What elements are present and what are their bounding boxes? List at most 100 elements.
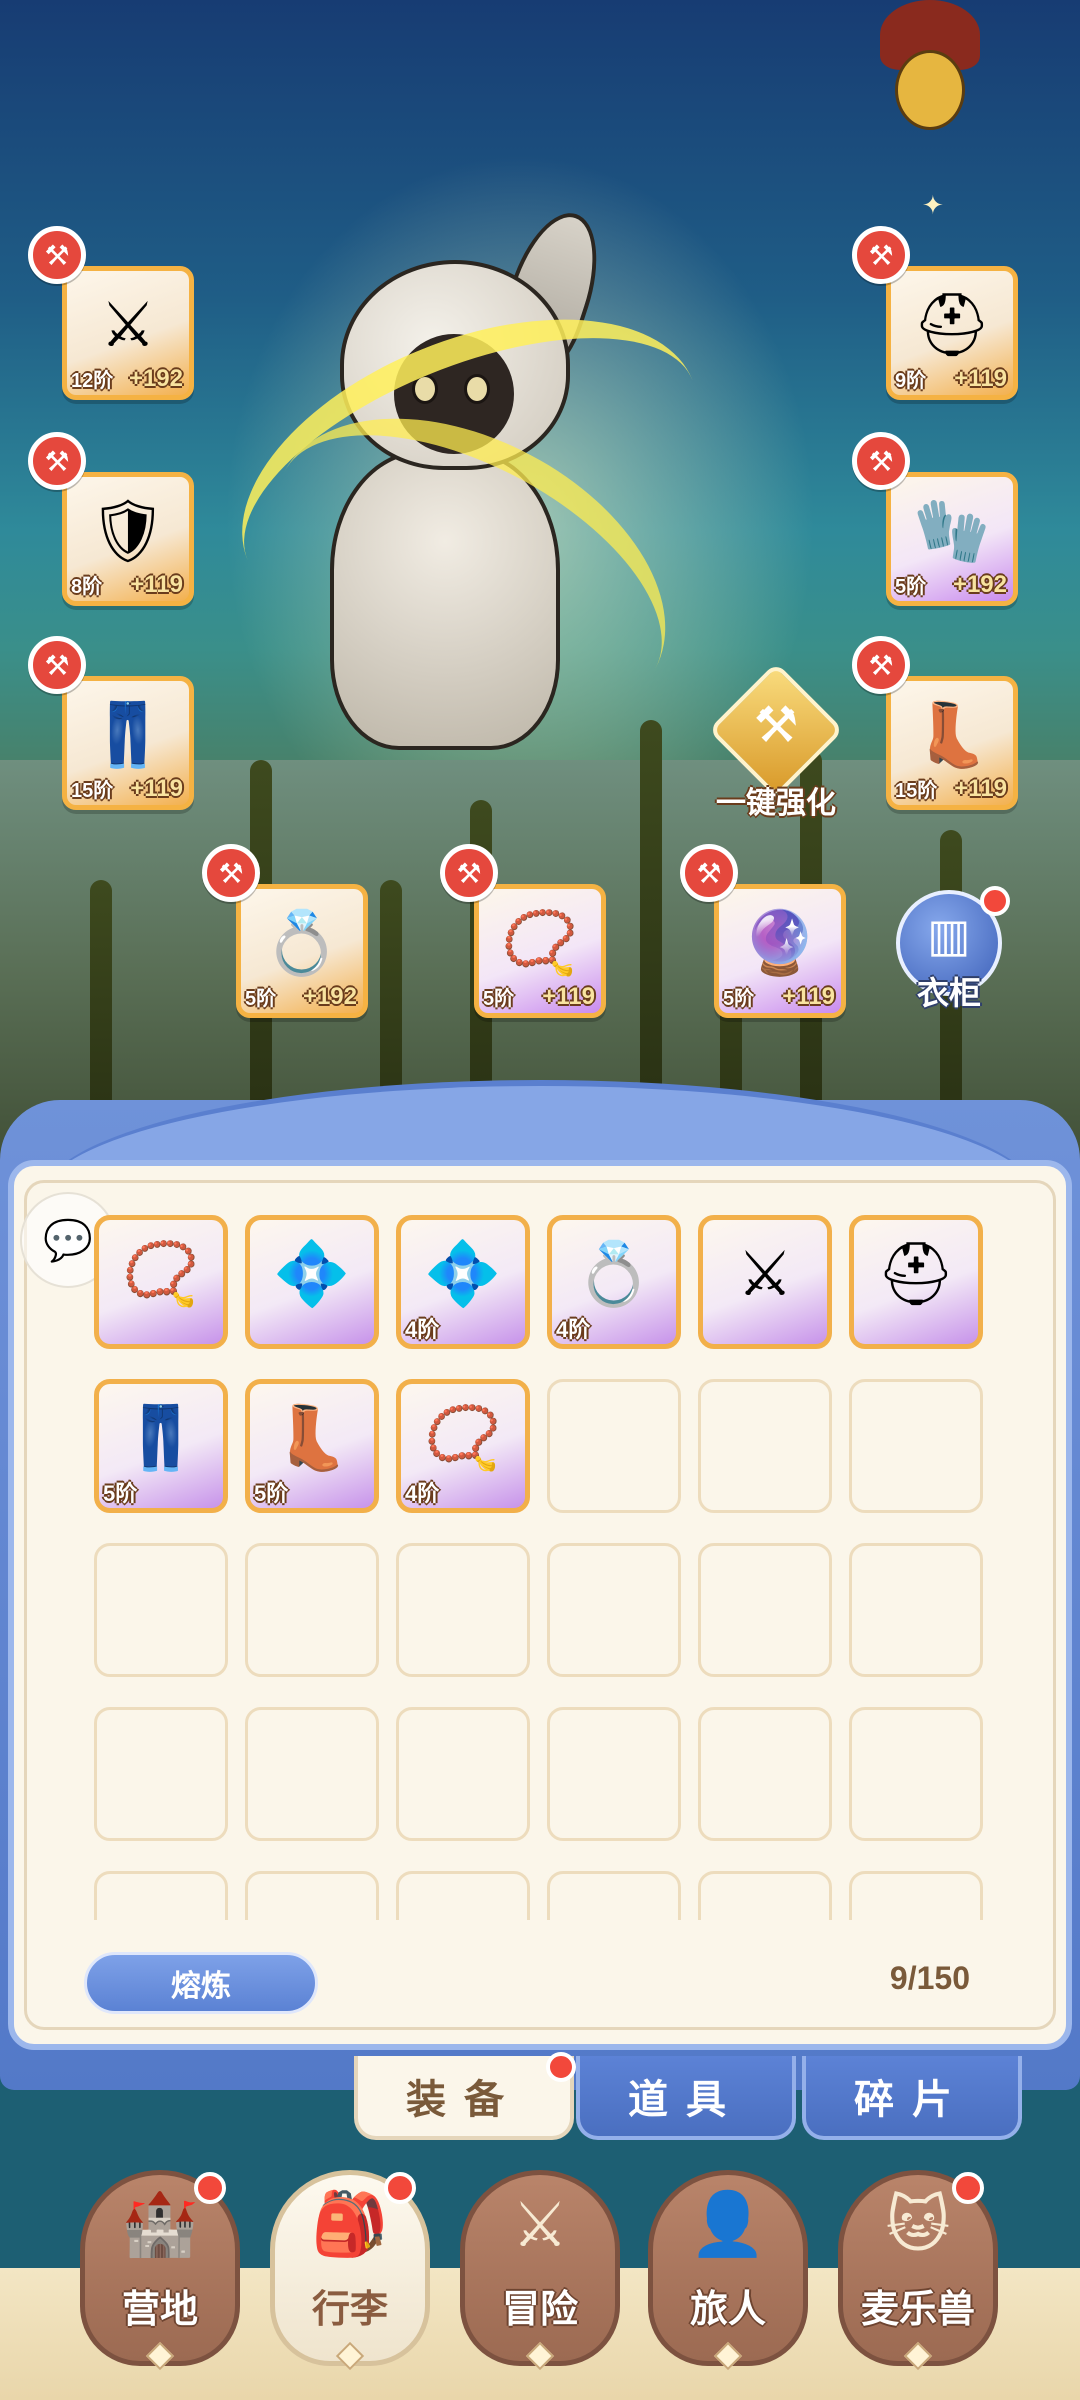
inventory-item[interactable]: 💍 4阶 [547,1215,681,1349]
inventory-item[interactable]: 📿 4阶 [396,1379,530,1513]
inventory-empty-slot [698,1543,832,1677]
item-tier: 5阶 [103,1481,138,1506]
nav-label: 营地 [121,2289,198,2331]
boots-icon: 👢 [913,700,991,770]
inventory-item[interactable]: 👖 5阶 [94,1379,228,1513]
slot-bonus: +119 [130,571,183,598]
enhance-hammer-icon[interactable]: ⚒ [202,844,260,902]
inventory-item[interactable]: ⛑ [849,1215,983,1349]
one-key-enhance-button[interactable]: ⚒ 一键强化 [706,662,846,822]
slot-tier: 15阶 [71,780,114,802]
slot-bonus: +192 [952,571,1007,598]
equip-slot-pants[interactable]: 👖 15阶 +119 [62,676,194,810]
inventory-item[interactable]: 💠 4阶 [396,1215,530,1349]
equip-slot-ring[interactable]: 💍 5阶 +192 [236,884,368,1018]
inventory-empty-slot [94,1543,228,1677]
wardrobe-label: 衣柜 [916,975,981,1011]
tab-equipment[interactable]: 装备 [354,2056,574,2140]
inventory-empty-slot [849,1871,983,1920]
gloves-icon: 🧤 [913,496,991,566]
necklace-icon: 📿 [501,908,579,978]
inventory-empty-slot [245,1543,379,1677]
tab-fragments[interactable]: 碎片 [802,2056,1022,2140]
item-icon: 👖 [122,1403,200,1473]
inventory-empty-slot [698,1871,832,1920]
inventory-empty-slot [698,1379,832,1513]
slot-tier: 5阶 [895,576,927,598]
nav-backpack[interactable]: 🎒 行李 [270,2170,430,2371]
slot-bonus: +119 [782,983,835,1010]
wardrobe-glyph: ▥ [927,909,971,961]
wardrobe-button[interactable]: ▥ 衣柜 [892,886,1010,1011]
slot-tier: 5阶 [483,988,515,1010]
nav-label: 行李 [311,2289,388,2331]
enhance-hammer-icon[interactable]: ⚒ [852,432,910,490]
enhance-hammer-icon[interactable]: ⚒ [852,226,910,284]
traveler-icon: 👤 [689,2190,767,2259]
item-icon: 💍 [575,1239,653,1309]
inventory-empty-slot [849,1379,983,1513]
inventory-empty-slot [94,1871,228,1920]
slot-bonus: +119 [130,775,183,802]
inventory-empty-slot [94,1707,228,1841]
crossed-swords-icon: ⚔ [512,2191,568,2260]
inventory-empty-slot [698,1707,832,1841]
item-tier: 4阶 [405,1481,440,1506]
inventory-empty-slot [547,1871,681,1920]
pants-icon: 👖 [89,700,167,770]
slot-bonus: +192 [302,983,357,1010]
slot-tier: 5阶 [245,988,277,1010]
pet-companion[interactable] [870,0,990,160]
nav-label: 旅人 [689,2289,766,2331]
item-tier: 5阶 [254,1481,289,1506]
nav-traveler[interactable]: 👤 旅人 [648,2170,808,2371]
inventory-capacity: 9/150 [889,1960,970,1996]
sparkle-icon: ✦ [922,190,944,220]
nav-castle[interactable]: 🏰 营地 [80,2170,240,2371]
item-icon: 📿 [424,1403,502,1473]
notification-dot [384,2172,416,2204]
item-tier: 4阶 [556,1317,591,1342]
nav-label: 冒险 [501,2289,578,2331]
weapon-icon: ⚔ [100,290,156,360]
equip-slot-helmet[interactable]: ⛑ 9阶 +119 [886,266,1018,400]
equip-slot-charm[interactable]: 🔮 5阶 +119 [714,884,846,1018]
slot-tier: 15阶 [895,780,938,802]
inventory-item[interactable]: 👢 5阶 [245,1379,379,1513]
helmet-icon: ⛑ [912,290,992,360]
nav-pet[interactable]: 🐱 麦乐兽 [838,2170,998,2371]
enhance-hammer-icon[interactable]: ⚒ [680,844,738,902]
item-tier: 4阶 [405,1317,440,1342]
inventory-grid: 📿 💠 💠 4阶 💍 4阶 ⚔ ⛑ 👖 5阶 👢 5阶 📿 4阶 [94,1215,994,1920]
slot-tier: 12阶 [71,370,114,392]
notification-dot [952,2172,984,2204]
enhance-hammer-icon[interactable]: ⚒ [28,226,86,284]
slot-bonus: +119 [954,365,1007,392]
inventory-item[interactable]: ⚔ [698,1215,832,1349]
slot-tier: 5阶 [723,988,755,1010]
inventory-empty-slot [849,1543,983,1677]
equip-slot-weapon[interactable]: ⚔ 12阶 +192 [62,266,194,400]
item-icon: 👢 [273,1403,351,1473]
equip-slot-boots[interactable]: 👢 15阶 +119 [886,676,1018,810]
equip-slot-gloves[interactable]: 🧤 5阶 +192 [886,472,1018,606]
inventory-item[interactable]: 📿 [94,1215,228,1349]
notification-dot [546,2052,576,2082]
notification-dot [194,2172,226,2204]
enhance-hammer-icon[interactable]: ⚒ [852,636,910,694]
enhance-hammer-icon[interactable]: ⚒ [28,636,86,694]
inventory-empty-slot [547,1707,681,1841]
nav-crossed-swords[interactable]: ⚔ 冒险 [460,2170,620,2371]
slot-bonus: +119 [542,983,595,1010]
slot-bonus: +192 [128,365,183,392]
ring-icon: 💍 [263,908,341,978]
tab-items[interactable]: 道具 [576,2056,796,2140]
equip-slot-armor[interactable]: 🛡 8阶 +119 [62,472,194,606]
inventory-item[interactable]: 💠 [245,1215,379,1349]
hammer-glyph: ⚒ [753,697,799,753]
equip-slot-necklace[interactable]: 📿 5阶 +119 [474,884,606,1018]
charm-icon: 🔮 [741,908,819,978]
smelt-button[interactable]: 熔炼 [84,1952,318,2014]
enhance-hammer-icon[interactable]: ⚒ [440,844,498,902]
enhance-hammer-icon[interactable]: ⚒ [28,432,86,490]
